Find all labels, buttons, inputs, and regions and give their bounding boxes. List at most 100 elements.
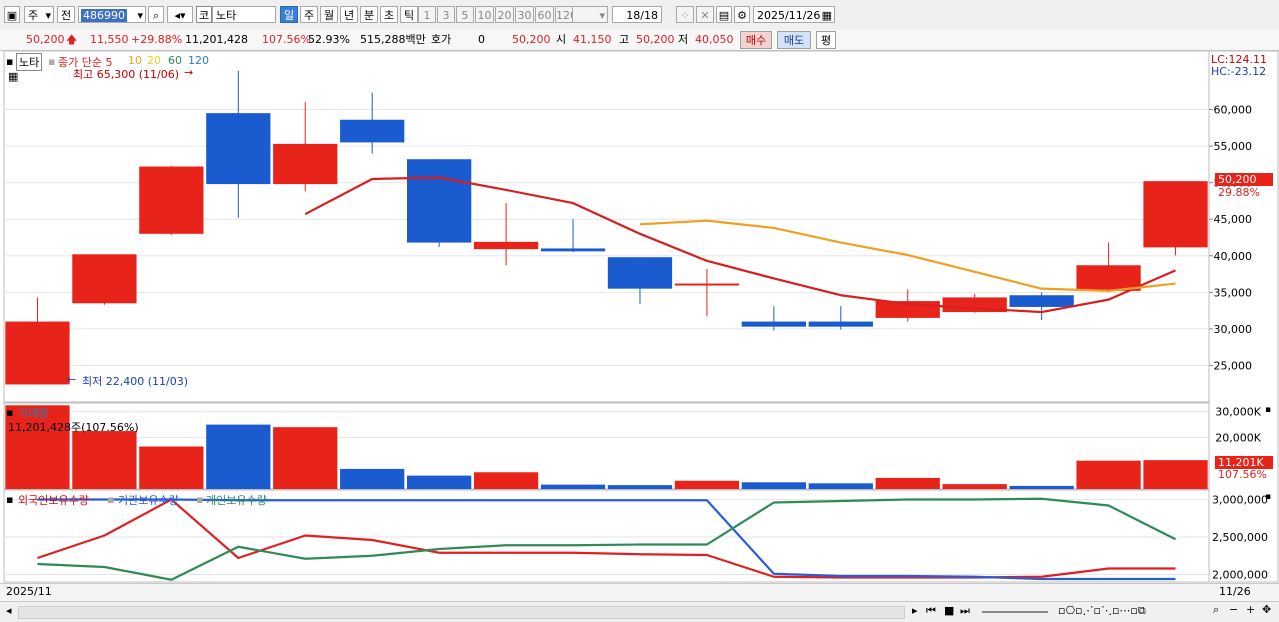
code-input[interactable]: 486990 ▾ — [78, 6, 146, 23]
scroll-right-icon[interactable]: ▸ — [912, 604, 918, 617]
volume-last-pct: 107.56% — [1218, 468, 1267, 481]
candle-body — [942, 297, 1007, 313]
volume-bar — [473, 472, 539, 489]
count-field[interactable]: 18/18 — [612, 6, 662, 23]
speaker-icon[interactable]: ◂▾ — [167, 6, 193, 23]
prev-button[interactable]: 전 — [57, 6, 75, 23]
candle-body — [473, 241, 539, 250]
arrow-left-icon: ← — [67, 373, 77, 386]
scroll-left-icon[interactable]: ◂ — [6, 604, 12, 617]
price-pane — [3, 50, 1210, 403]
interval-30[interactable]: 30 — [515, 6, 534, 23]
tab-3[interactable]: 년 — [340, 6, 358, 23]
turnover-value: 52.93% — [308, 33, 350, 46]
individual-holding-line — [37, 497, 1177, 581]
volume-bar — [674, 480, 740, 489]
candle-body — [607, 257, 673, 289]
low-label: 저 — [678, 33, 689, 46]
first-page-icon[interactable]: ⏮ — [926, 604, 936, 618]
tab-6[interactable]: 틱 — [400, 6, 418, 23]
volume-bar — [340, 468, 405, 489]
volume-bar — [139, 446, 204, 489]
y-tick-label: 45,000 — [1214, 213, 1253, 226]
interval-10[interactable]: 10 — [475, 6, 494, 23]
tab-4[interactable]: 분 — [360, 6, 378, 23]
stock-name-field[interactable]: 노타 — [212, 6, 276, 23]
move-icon[interactable]: ✥ — [1262, 603, 1271, 616]
stop-icon[interactable]: ■ — [944, 604, 954, 617]
volume-bar — [407, 475, 472, 489]
tab-2[interactable]: 월 — [320, 6, 338, 23]
current-price: 50,200 — [26, 33, 65, 46]
pane-marker-icon: ▪ — [48, 55, 56, 68]
zoom-icon[interactable]: ⌕ — [1213, 603, 1219, 617]
interval-select[interactable]: ▾ — [572, 6, 608, 23]
dots-icon[interactable]: ⁘ — [676, 6, 694, 23]
table-icon[interactable]: ▦ — [8, 70, 18, 83]
buy-button[interactable]: 매수 — [740, 31, 772, 49]
candle-body — [206, 113, 271, 185]
main-toolbar: ▣ 주 ▾ 전 486990 ▾ ⌕ ◂▾ 코 노타 일주월년분초틱 1 3 5 10 2… — [0, 0, 1279, 31]
volume-value-note: 11,201,428주(107.56%) — [8, 421, 139, 434]
y-tick-label: 30,000 — [1214, 323, 1253, 336]
y-tick-label: 2,500,000 — [1212, 531, 1268, 544]
candle-body — [1143, 181, 1208, 248]
low-note: 최저 22,400 (11/03) — [82, 375, 189, 388]
volume-bar — [206, 424, 271, 489]
volume-value: 11,201,428 — [185, 33, 248, 46]
period-select-label: 주 — [28, 9, 39, 22]
volume-bar — [942, 484, 1007, 489]
search-icon[interactable]: ⌕ — [148, 6, 164, 23]
zoom-slider[interactable] — [982, 611, 1048, 613]
scrollbar[interactable] — [18, 606, 905, 619]
candle-body — [1009, 295, 1074, 307]
y-tick-label: 3,000,000 — [1212, 494, 1268, 507]
candle-body — [674, 283, 740, 286]
tab-5[interactable]: 초 — [380, 6, 398, 23]
chevron-down-icon: ▾ — [45, 9, 51, 22]
pane-marker-icon: ▪ — [6, 493, 14, 506]
price-change: 11,550 — [90, 33, 129, 46]
zoom-in-icon[interactable]: + — [1246, 603, 1255, 616]
institution-holding-line — [37, 498, 1176, 581]
interval-1[interactable]: 1 — [418, 6, 436, 23]
foreign-holding-line — [37, 498, 1176, 579]
high-note: 최고 65,300 (11/06) — [73, 68, 180, 81]
cross-icon[interactable]: ✕ — [696, 6, 714, 23]
close-icon[interactable]: ▪ — [1265, 492, 1271, 502]
last-page-icon[interactable]: ⏭ — [960, 604, 970, 618]
zoom-out-icon[interactable]: − — [1229, 603, 1238, 616]
window-icon[interactable]: ▣ — [4, 6, 20, 23]
save-icon[interactable]: ▤ — [716, 6, 732, 23]
y-tick-label: 35,000 — [1214, 286, 1253, 299]
date-field[interactable]: 2025/11/26 ▦ — [753, 6, 835, 23]
candle-body — [1076, 265, 1141, 291]
tools-icon[interactable]: ▫⎔▫⋰▫⋱▫⋯▫⧉ — [1058, 604, 1146, 618]
volume-bar — [607, 485, 673, 489]
tab-0[interactable]: 일 — [280, 6, 298, 23]
y-tick-label: 55,000 — [1214, 140, 1253, 153]
interval-3[interactable]: 3 — [437, 6, 455, 23]
close-icon[interactable]: ▪ — [1265, 405, 1271, 415]
end-date: 11/26 — [1219, 585, 1251, 598]
tab-1[interactable]: 주 — [300, 6, 318, 23]
flat-button[interactable]: 평 — [816, 31, 836, 49]
sell-button[interactable]: 매도 — [777, 31, 811, 49]
pane-marker-icon: ▪ — [6, 55, 14, 68]
ma5-line — [304, 176, 1176, 314]
price-legend-name[interactable]: 노타 — [16, 53, 43, 71]
up-arrow-icon: 🡅 — [66, 33, 78, 46]
date-value: 2025/11/26 — [757, 9, 821, 22]
hoga-value: 0 — [478, 33, 485, 46]
volume-bar — [72, 431, 137, 489]
interval-60[interactable]: 60 — [535, 6, 554, 23]
interval-5[interactable]: 5 — [456, 6, 474, 23]
market-badge: 코 — [196, 6, 212, 23]
gear-icon[interactable]: ⚙ — [734, 6, 750, 23]
period-select[interactable]: 주 ▾ — [24, 6, 54, 23]
interval-20[interactable]: 20 — [495, 6, 514, 23]
calendar-icon: ▦ — [821, 9, 832, 22]
open-price: 41,150 — [573, 33, 612, 46]
pane-marker-icon: ▪ — [107, 493, 115, 506]
volume-bar — [741, 482, 806, 489]
